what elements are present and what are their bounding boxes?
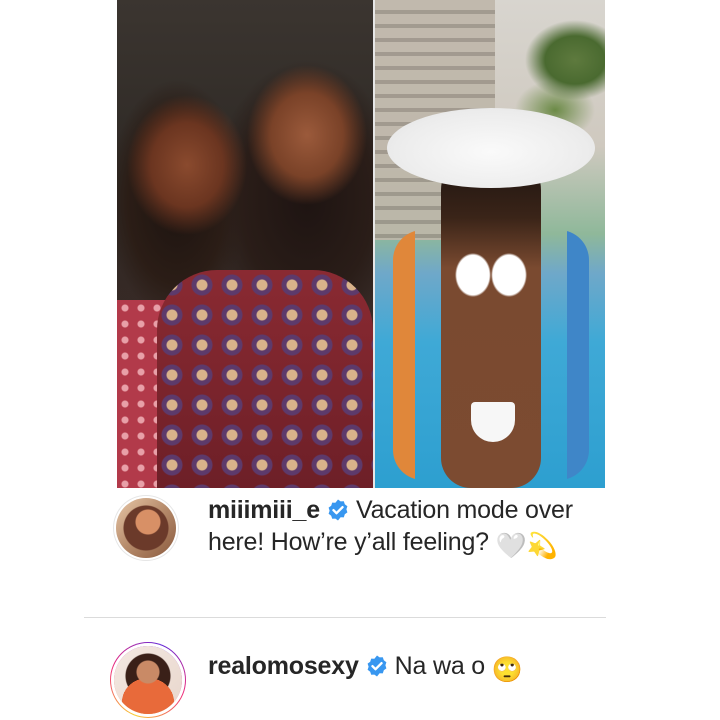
comment-item: realomosexy Na wa o 🙄 (84, 636, 604, 718)
eye-roll-emoji-icon: 🙄 (491, 656, 523, 684)
comment-body: miiimiii_e Vacation mode over here! How’… (208, 494, 600, 562)
verified-badge-icon (367, 655, 387, 677)
comment-divider (84, 617, 606, 618)
white-heart-emoji-icon: 🤍 (495, 532, 527, 560)
post-photo-collage[interactable] (117, 0, 605, 488)
photo-right-bikini-top (453, 250, 529, 300)
user-avatar-icon[interactable] (116, 498, 176, 558)
user-avatar-icon[interactable] (114, 646, 182, 714)
dizzy-emoji-icon: 💫 (526, 532, 558, 560)
post-photo-right[interactable] (375, 0, 605, 488)
comment-text: Na wa o (394, 652, 486, 680)
comment-username[interactable]: realomosexy (208, 652, 359, 680)
comment-item: miiimiii_e Vacation mode over here! How’… (84, 494, 604, 564)
comment-body: realomosexy Na wa o 🙄 (208, 650, 600, 686)
comment-username[interactable]: miiimiii_e (208, 496, 320, 524)
verified-badge-icon (328, 499, 348, 521)
photo-left-outfit-pattern (157, 270, 373, 488)
post-photo-left[interactable] (117, 0, 373, 488)
photo-right-hat (387, 108, 595, 188)
